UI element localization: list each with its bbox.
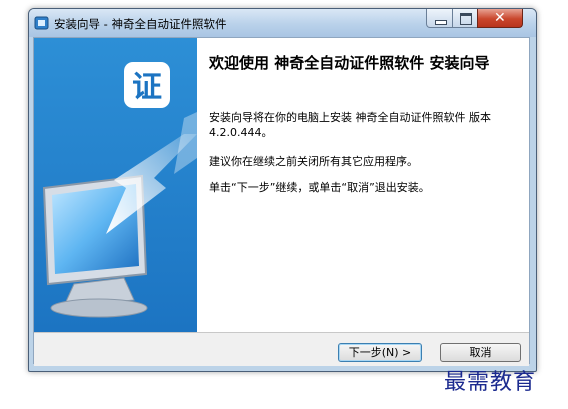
installer-icon — [34, 16, 49, 30]
title-bar[interactable]: 安装向导 - 神奇全自动证件照软件 ✕ — [29, 9, 536, 37]
button-bar: 下一步(N) > 取消 — [34, 332, 529, 366]
install-info-text: 安装向导将在你的电脑上安装 神奇全自动证件照软件 版本 4.2.0.444。 — [209, 111, 491, 139]
next-button[interactable]: 下一步(N) > — [338, 343, 422, 362]
window-title: 安装向导 - 神奇全自动证件照软件 — [54, 17, 227, 31]
cancel-button[interactable]: 取消 — [440, 343, 521, 362]
maximize-button[interactable] — [452, 9, 478, 28]
monitor-illustration: 证 — [42, 62, 197, 318]
installer-window: 安装向导 - 神奇全自动证件照软件 ✕ 证 欢迎使用 神奇全自动证件照软件 安装… — [28, 8, 537, 372]
minimize-button[interactable] — [426, 9, 453, 28]
wizard-body: 证 欢迎使用 神奇全自动证件照软件 安装向导 安装向导将在你的电脑上安装 神奇全… — [33, 37, 530, 366]
close-icon: ✕ — [494, 10, 506, 26]
close-apps-text: 建议你在继续之前关闭所有其它应用程序。 — [209, 155, 418, 168]
welcome-heading: 欢迎使用 神奇全自动证件照软件 安装向导 — [209, 54, 490, 72]
watermark-text: 最需教育 — [444, 370, 537, 395]
wizard-banner: 证 — [34, 38, 197, 332]
badge-text: 证 — [132, 70, 162, 105]
close-button[interactable]: ✕ — [477, 9, 523, 28]
maximize-icon — [460, 13, 472, 25]
minimize-icon — [435, 20, 447, 25]
welcome-content: 欢迎使用 神奇全自动证件照软件 安装向导 安装向导将在你的电脑上安装 神奇全自动… — [197, 38, 529, 332]
instructions-text: 单击“下一步”继续，或单击“取消”退出安装。 — [209, 181, 430, 194]
